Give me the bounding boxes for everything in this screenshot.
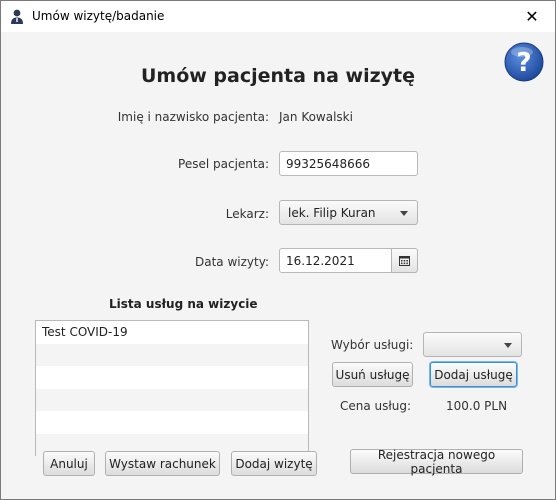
page-title: Umów pacjenta na wizytę — [140, 65, 415, 87]
pesel-input[interactable]: 99325648666 — [279, 151, 418, 176]
add-visit-button[interactable]: Dodaj wizytę — [231, 451, 317, 476]
date-input[interactable]: 16.12.2021 — [279, 248, 392, 273]
pesel-label: Pesel pacjenta: — [178, 157, 269, 171]
doctor-select[interactable]: lek. Filip Kuran — [279, 200, 418, 225]
user-icon — [11, 9, 23, 24]
doctor-value: lek. Filip Kuran — [288, 205, 376, 220]
list-item — [36, 388, 308, 411]
remove-service-button[interactable]: Usuń usługę — [332, 362, 413, 387]
list-item — [36, 343, 308, 366]
close-icon: ✕ — [525, 7, 539, 26]
price-value: 100.0 PLN — [446, 399, 508, 413]
date-label: Data wizyty: — [195, 255, 269, 269]
cancel-button[interactable]: Anuluj — [43, 451, 95, 476]
close-button[interactable]: ✕ — [509, 1, 555, 32]
register-patient-button[interactable]: Rejestracja nowego pacjenta — [350, 448, 523, 476]
pesel-value: 99325648666 — [286, 156, 370, 171]
patient-name-label: Imię i nazwisko pacjenta: — [117, 110, 269, 124]
list-item — [36, 366, 308, 389]
title-bar: Umów wizytę/badanie ✕ — [1, 1, 555, 32]
services-list[interactable]: Test COVID-19 — [35, 320, 309, 456]
chevron-down-icon — [504, 343, 512, 348]
chevron-down-icon — [400, 211, 408, 216]
doctor-label: Lekarz: — [225, 207, 269, 221]
dialog-window: Umów wizytę/badanie ✕ ? Umów pacjenta na… — [0, 0, 556, 500]
date-picker-button[interactable] — [391, 248, 418, 273]
calendar-icon — [399, 255, 410, 266]
list-item[interactable]: Test COVID-19 — [36, 321, 308, 344]
service-choice-label: Wybór usługi: — [331, 338, 414, 352]
add-service-button[interactable]: Dodaj usługę — [430, 362, 517, 387]
services-list-title: Lista usług na wizycie — [109, 297, 258, 311]
service-choice-select[interactable] — [423, 332, 522, 357]
list-item — [36, 411, 308, 434]
dialog-content: ? Umów pacjenta na wizytę Imię i nazwisk… — [1, 32, 555, 499]
date-value: 16.12.2021 — [286, 253, 355, 268]
price-label: Cena usług: — [340, 399, 412, 413]
issue-invoice-button[interactable]: Wystaw rachunek — [105, 451, 220, 476]
window-title: Umów wizytę/badanie — [32, 9, 165, 23]
patient-name-value: Jan Kowalski — [279, 110, 353, 124]
